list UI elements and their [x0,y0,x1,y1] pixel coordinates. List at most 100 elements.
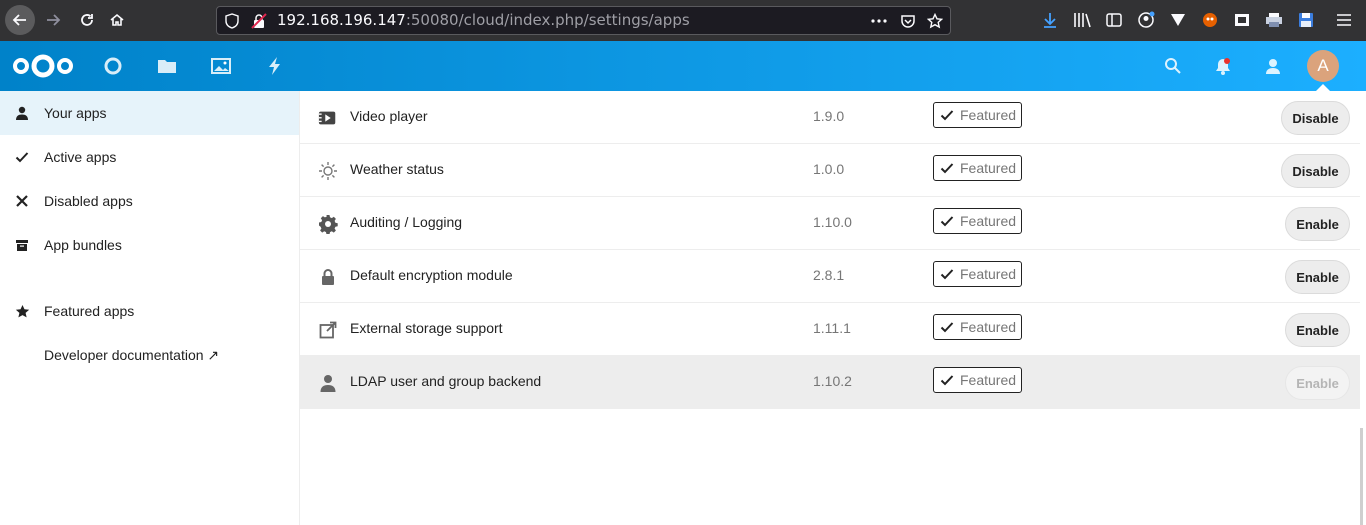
avatar-menu-caret [1316,84,1330,91]
featured-badge: Featured [933,155,1022,181]
app-version: 1.0.0 [813,161,845,177]
table-row: LDAP user and group backend 1.10.2 Featu… [300,356,1360,409]
sidebar-item-app-bundles[interactable]: App bundles [0,223,299,267]
bookmark-star-icon[interactable] [926,12,944,30]
star-icon [14,303,30,319]
featured-label: Featured [960,319,1017,335]
featured-label: Featured [960,107,1017,123]
featured-badge: Featured [933,208,1022,234]
featured-badge: Featured [933,314,1022,340]
sidebar-item-label: Your apps [44,105,107,121]
enable-button[interactable]: Enable [1285,260,1350,294]
insecure-lock-icon[interactable] [250,12,268,30]
url-text: 192.168.196.147:50080/cloud/index.php/se… [277,11,690,29]
enable-button[interactable]: Enable [1285,207,1350,241]
sidebar-item-label: Disabled apps [44,193,133,209]
app-name: Video player [350,108,428,124]
sidebar-item-label: App bundles [44,237,122,253]
home-button[interactable] [102,5,132,35]
forward-button[interactable] [38,5,68,35]
close-icon [14,193,30,209]
search-icon[interactable] [1163,56,1183,76]
check-icon [14,149,30,165]
pocket-icon[interactable] [899,12,917,30]
scrollbar[interactable] [1360,428,1363,525]
back-button[interactable] [5,5,35,35]
featured-badge: Featured [933,102,1022,128]
archive-icon [14,237,30,253]
url-host: 192.168.196.147 [277,11,406,29]
app-version: 1.11.1 [813,320,851,336]
enable-button[interactable]: Enable [1285,366,1350,400]
featured-label: Featured [960,266,1017,282]
shield-icon[interactable] [223,12,241,30]
featured-badge: Featured [933,261,1022,287]
url-bar[interactable]: 192.168.196.147:50080/cloud/index.php/se… [216,6,951,35]
check-icon [940,214,954,228]
notifications-icon[interactable] [1213,56,1233,76]
user-icon [318,373,338,393]
dashboard-icon[interactable] [103,56,123,76]
table-row: Weather status 1.0.0 Featured Disable [300,144,1360,197]
app-version: 2.8.1 [813,267,845,283]
check-icon [940,161,954,175]
extension-fox-icon[interactable] [1200,10,1220,30]
app-version: 1.9.0 [813,108,845,124]
check-icon [940,373,954,387]
activity-icon[interactable] [265,56,285,76]
featured-label: Featured [960,372,1017,388]
sidebar-item-disabled-apps[interactable]: Disabled apps [0,179,299,223]
extension-printer-icon[interactable] [1264,10,1284,30]
app-version: 1.10.2 [813,373,852,389]
disable-button[interactable]: Disable [1281,101,1350,135]
contacts-icon[interactable] [1263,56,1283,76]
user-icon [14,105,30,121]
app-navigation: Your apps Active apps Disabled apps App … [0,91,300,525]
download-icon[interactable] [1040,10,1060,30]
sidebar-toggle-icon[interactable] [1104,10,1124,30]
app-name: External storage support [350,320,503,336]
extension-save-icon[interactable] [1296,10,1316,30]
photos-icon[interactable] [211,56,231,76]
video-player-icon [318,108,338,128]
lock-icon [318,267,338,287]
library-icon[interactable] [1072,10,1092,30]
app-name: Auditing / Logging [350,214,463,230]
external-link-icon [318,320,338,340]
table-row: Default encryption module 2.8.1 Featured… [300,250,1360,303]
avatar[interactable]: A [1307,50,1339,82]
extension-card-icon[interactable] [1232,10,1252,30]
sidebar-item-label: Active apps [44,149,117,165]
check-icon [940,108,954,122]
sidebar-item-label: Featured apps [44,303,135,319]
app-version: 1.10.0 [813,214,852,230]
files-icon[interactable] [157,56,177,76]
sidebar-item-label: Developer documentation ↗ [44,346,220,363]
sidebar-item-active-apps[interactable]: Active apps [0,135,299,179]
featured-badge: Featured [933,367,1022,393]
disable-button[interactable]: Disable [1281,154,1350,188]
featured-label: Featured [960,213,1017,229]
sidebar-item-developer-documentation[interactable]: Developer documentation ↗ [0,333,299,377]
table-row: Video player 1.9.0 Featured Disable [300,91,1360,144]
sidebar-item-your-apps[interactable]: Your apps [0,91,299,135]
more-actions-icon[interactable] [870,12,888,30]
app-name: Default encryption module [350,267,513,283]
vpn-extension-icon[interactable] [1168,10,1188,30]
gear-icon [318,214,338,234]
account-icon[interactable] [1136,10,1156,30]
url-path: :50080/cloud/index.php/settings/apps [405,11,690,29]
sidebar-item-featured-apps[interactable]: Featured apps [0,289,299,333]
nextcloud-header: A [0,41,1366,91]
sun-icon [318,161,338,181]
nextcloud-logo[interactable] [12,53,74,84]
enable-button[interactable]: Enable [1285,313,1350,347]
app-name: Weather status [350,161,444,177]
check-icon [940,267,954,281]
app-name: LDAP user and group backend [350,373,542,389]
hamburger-menu-icon[interactable] [1334,10,1354,30]
reload-button[interactable] [72,5,102,35]
browser-toolbar: 192.168.196.147:50080/cloud/index.php/se… [0,0,1366,41]
featured-label: Featured [960,160,1017,176]
table-row: External storage support 1.11.1 Featured… [300,303,1360,356]
